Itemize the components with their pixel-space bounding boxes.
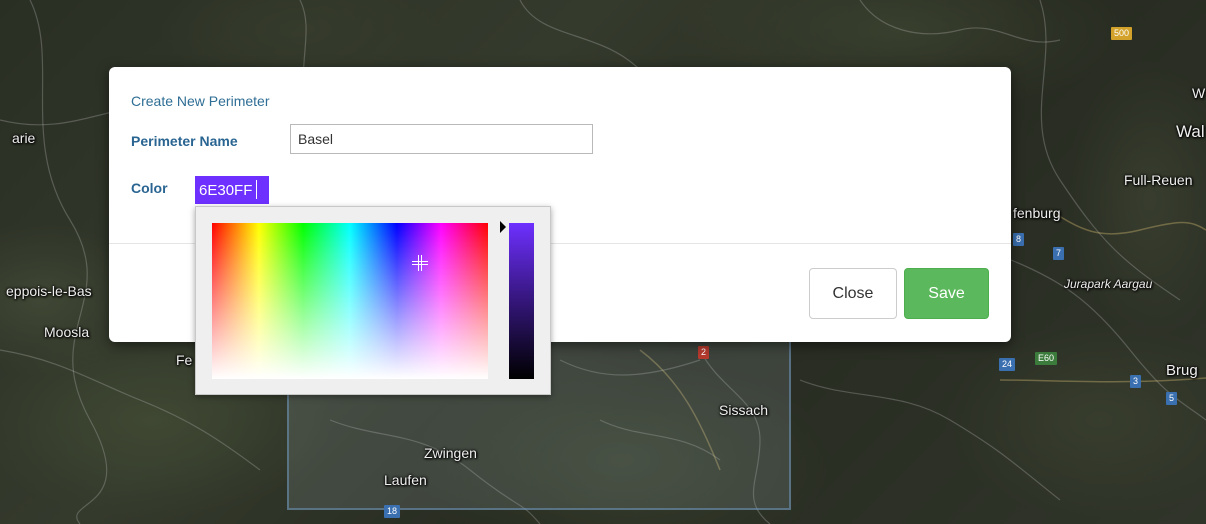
road-shield-2: 2: [698, 346, 710, 359]
map-label-w: W: [1192, 85, 1206, 101]
map-label-fenburg: fenburg: [1013, 205, 1061, 221]
crosshair-icon[interactable]: [412, 255, 428, 271]
road-shield-18: 18: [384, 505, 401, 518]
map-label-sissach: Sissach: [719, 402, 769, 418]
map-label-fe: Fe: [176, 352, 193, 368]
road-shield-3: 3: [1130, 375, 1142, 388]
map-label-arie: arie: [12, 130, 36, 146]
map-label-wal: Wal: [1176, 122, 1205, 141]
color-hex-input[interactable]: [195, 176, 269, 204]
slider-pointer-icon[interactable]: [500, 221, 506, 233]
modal-title: Create New Perimeter: [131, 93, 270, 109]
brightness-slider[interactable]: [509, 223, 534, 379]
perimeter-name-input[interactable]: [290, 124, 593, 154]
road-shield-5: 5: [1166, 392, 1178, 405]
road-shield-7: 7: [1053, 247, 1065, 260]
color-picker-popup: [195, 206, 551, 395]
close-button[interactable]: Close: [809, 268, 897, 319]
map-label-brug: Brug: [1166, 362, 1198, 379]
road-shield-e60: E60: [1035, 352, 1058, 365]
perimeter-name-label: Perimeter Name: [131, 133, 238, 149]
map-label-laufen: Laufen: [384, 472, 427, 488]
map-label-poppois: eppois-le-Bas: [6, 283, 92, 299]
text-cursor: [256, 180, 257, 199]
road-shield-24: 24: [999, 358, 1016, 371]
road-shield-8: 8: [1013, 233, 1025, 246]
map-label-jurapark: Jurapark Aargau: [1064, 277, 1153, 291]
save-button[interactable]: Save: [904, 268, 989, 319]
map-label-zwingen: Zwingen: [424, 445, 477, 461]
color-saturation-area[interactable]: [212, 223, 488, 379]
color-label: Color: [131, 180, 168, 196]
road-shield-500: 500: [1111, 27, 1133, 40]
map-label-mooslar: Moosla: [44, 324, 90, 340]
map-label-full-reuen: Full-Reuen: [1124, 172, 1193, 188]
